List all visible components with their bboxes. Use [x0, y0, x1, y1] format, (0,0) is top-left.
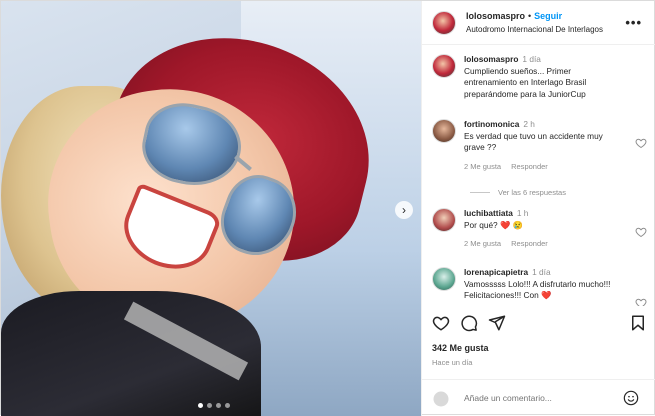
comment-time[interactable]: 2 h	[523, 119, 535, 129]
author-username[interactable]: lolosomaspro	[466, 11, 525, 21]
comment-text: Vamosssss Lolo!!! A disfrutarlo mucho!!!…	[464, 278, 611, 301]
author-avatar[interactable]	[432, 10, 456, 35]
carousel-dot	[216, 403, 221, 408]
comment-time[interactable]: 1 día	[532, 267, 550, 277]
caption-username[interactable]: lolosomaspro	[464, 54, 518, 64]
comment-item: lorenapicapietra 1 día Vamosssss Lolo!!! …	[432, 267, 647, 306]
likes-count[interactable]: 342 Me gusta	[432, 343, 489, 353]
view-replies-button[interactable]: Ver las 6 respuestas	[470, 188, 566, 197]
bookmark-icon[interactable]	[629, 314, 647, 332]
comment-heart-icon[interactable]	[635, 137, 647, 149]
commenter-avatar[interactable]	[432, 119, 456, 143]
comment-username[interactable]: lorenapicapietra	[464, 267, 528, 277]
comment-heart-icon[interactable]	[635, 226, 647, 238]
post-location[interactable]: Autodromo Internacional De Interlagos	[466, 23, 603, 36]
next-image-button[interactable]: ›	[395, 201, 413, 219]
carousel-dot	[198, 403, 203, 408]
post-photo[interactable]: ›	[1, 1, 421, 416]
post-header: lolosomaspro • Seguir Autodromo Internacio…	[422, 1, 655, 45]
heart-icon[interactable]	[432, 314, 450, 332]
caption-time[interactable]: 1 día	[522, 54, 540, 64]
comment-username[interactable]: luchibattiata	[464, 208, 513, 218]
reply-button[interactable]: Responder	[511, 239, 548, 248]
comment-item: luchibattiata 1 h Por qué? ❤️ 😢 2 Me gust…	[432, 208, 647, 250]
comment-likes[interactable]: 2 Me gusta	[464, 162, 501, 171]
comment-username[interactable]: fortinomonica	[464, 119, 519, 129]
commenter-avatar[interactable]	[432, 208, 456, 232]
comments-list[interactable]: lolosomaspro 1 día Cumpliendo sueños... P…	[422, 46, 655, 306]
header-separator: •	[528, 10, 532, 21]
post-side-panel: lolosomaspro • Seguir Autodromo Internacio…	[421, 1, 655, 416]
post-actions	[432, 314, 647, 340]
author-avatar[interactable]	[432, 54, 456, 78]
add-comment-input[interactable]	[464, 393, 624, 403]
add-comment-bar	[422, 379, 655, 416]
comment-emoji: ❤️ 😢	[500, 219, 523, 230]
carousel-dots	[198, 403, 230, 408]
replies-line	[470, 192, 490, 193]
commenter-avatar[interactable]	[432, 267, 456, 291]
comment-time[interactable]: 1 h	[517, 208, 529, 218]
caption: lolosomaspro 1 día Cumpliendo sueños... P…	[432, 54, 647, 100]
comment-heart-icon[interactable]	[635, 297, 647, 306]
comment-emoji: ❤️	[541, 290, 552, 300]
carousel-dot	[225, 403, 230, 408]
instagram-post-modal: › lolosomaspro • Seguir Autodromo Internac…	[0, 0, 655, 416]
comment-likes[interactable]: 2 Me gusta	[464, 239, 501, 248]
reply-button[interactable]: Responder	[511, 162, 548, 171]
comment-icon[interactable]	[460, 314, 478, 332]
carousel-dot	[207, 403, 212, 408]
post-timestamp[interactable]: Hace un día	[432, 358, 472, 367]
comment-text: Por qué?	[464, 219, 498, 230]
comment-item: fortinomonica 2 h Es verdad que tuvo un a…	[432, 119, 647, 172]
comment-text: Es verdad que tuvo un accidente muy grav…	[464, 130, 603, 153]
send-icon[interactable]	[488, 314, 506, 332]
caption-text: Cumpliendo sueños... Primer entrenamient…	[464, 65, 587, 99]
smiley-icon[interactable]	[432, 390, 450, 408]
view-replies-label[interactable]: Ver las 6 respuestas	[498, 188, 566, 197]
more-horizontal-icon[interactable]: •••	[625, 15, 642, 30]
follow-button[interactable]: Seguir	[534, 11, 562, 21]
emoji-picker-icon[interactable]	[623, 390, 639, 406]
